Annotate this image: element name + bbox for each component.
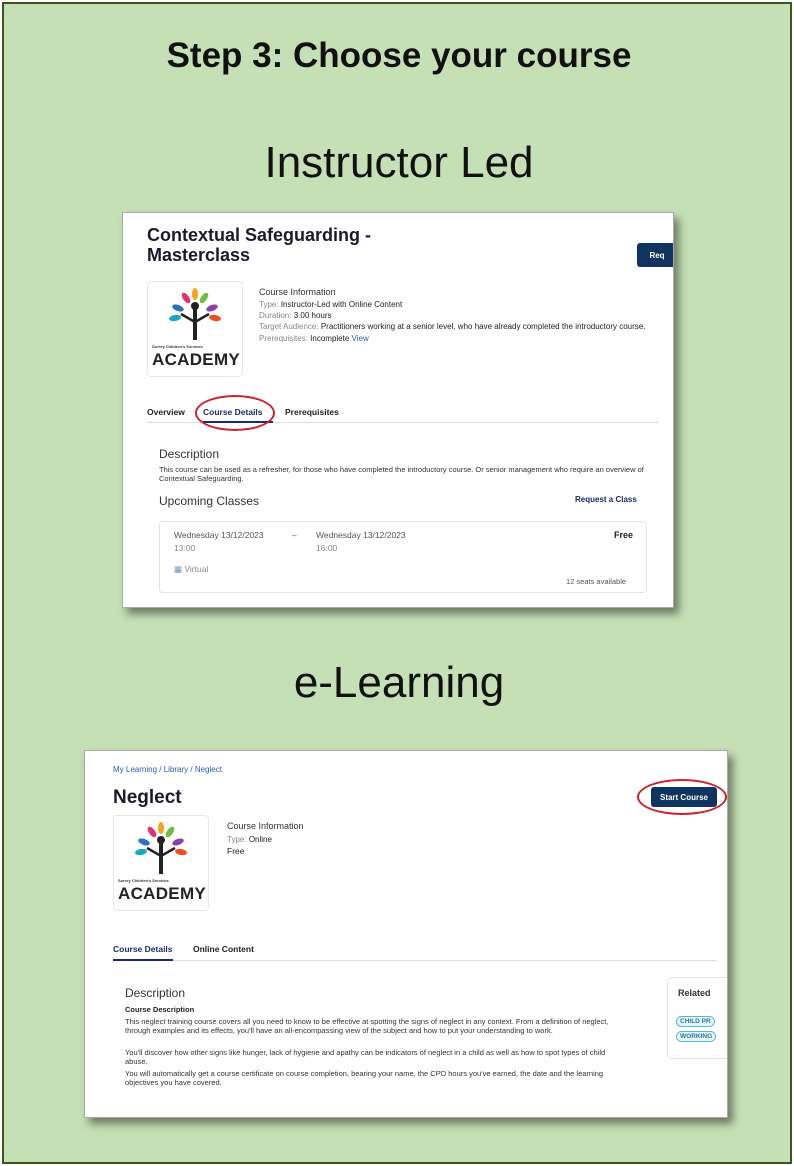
elearning-heading: e-Learning: [293, 658, 505, 707]
duration-label: Duration:: [259, 311, 292, 320]
academy-logo: Surrey Children's Services ACADEMY: [113, 815, 209, 911]
class-price: Free: [614, 530, 634, 540]
active-tab-indicator: [113, 959, 173, 961]
tab-online-content[interactable]: Online Content: [193, 944, 254, 954]
target-audience: Target Audience: Practitioners working a…: [259, 322, 645, 331]
related-tag-child-protection[interactable]: CHILD PR: [676, 1016, 715, 1027]
class-end-date: Wednesday 13/12/2023: [316, 530, 406, 540]
highlight-circle: [195, 395, 275, 431]
prereq-view-link[interactable]: View: [352, 334, 369, 343]
request-button[interactable]: Req: [637, 243, 673, 267]
logo-tagline: Surrey Children's Services: [152, 344, 203, 349]
course-tabs: Course Details Online Content: [113, 939, 717, 961]
class-start-time: 13:00: [174, 543, 196, 553]
course-price: Free: [227, 846, 245, 856]
duration-value: 3.00 hours: [293, 311, 332, 320]
elearning-screenshot: My Learning / Library / Neglect Neglect …: [84, 750, 728, 1118]
building-icon: ▦: [174, 564, 183, 574]
course-title: Neglect: [113, 787, 182, 808]
type-value: Online: [248, 835, 272, 844]
type-label: Type:: [227, 835, 247, 844]
class-location-label: Virtual: [184, 564, 209, 574]
class-start-date: Wednesday 13/12/2023: [174, 530, 264, 540]
step-heading: Step 3: Choose your course: [166, 36, 632, 75]
tab-prerequisites[interactable]: Prerequisites: [285, 407, 339, 417]
logo-name: ACADEMY: [152, 350, 241, 369]
date-separator: –: [292, 530, 297, 540]
academy-logo: Surrey Children's Services ACADEMY: [147, 281, 243, 377]
breadcrumb[interactable]: My Learning / Library / Neglect: [113, 765, 222, 774]
instructor-led-screenshot: Contextual Safeguarding - Masterclass Re…: [122, 212, 674, 608]
course-info-heading: Course Information: [259, 287, 336, 297]
logo-name: ACADEMY: [118, 884, 207, 903]
description-text: This course can be used as a refresher, …: [159, 465, 644, 483]
description-title: Description: [159, 447, 220, 461]
course-info-heading: Course Information: [227, 821, 304, 831]
description-paragraph-2: You'll discover how other signs like hun…: [125, 1048, 606, 1066]
instructor-led-heading: Instructor Led: [264, 138, 534, 187]
description-paragraph-1: This neglect training course covers all …: [125, 1017, 609, 1035]
audience-value: Practitioners working at a senior level,…: [320, 322, 646, 331]
audience-label: Target Audience:: [259, 322, 319, 331]
upcoming-classes-title: Upcoming Classes: [159, 494, 260, 508]
prereq-label: Prerequisites:: [259, 334, 308, 343]
course-duration: Duration: 3.00 hours: [259, 311, 332, 320]
tree-logo-icon: [169, 288, 221, 340]
highlight-circle: [637, 779, 727, 815]
type-value: Instructor-Led with Online Content: [280, 300, 403, 309]
related-card: Related CHILD PR WORKING: [667, 977, 727, 1059]
request-class-link[interactable]: Request a Class: [575, 495, 637, 504]
description-paragraph-3: You will automatically get a course cert…: [125, 1069, 604, 1087]
course-title-line-1: Contextual Safeguarding -: [147, 225, 372, 245]
prerequisites-status: Prerequisites: Incomplete View: [259, 334, 369, 343]
type-label: Type:: [259, 300, 279, 309]
tab-course-details[interactable]: Course Details: [113, 944, 173, 954]
instruction-poster: Step 3: Choose your course Instructor Le…: [2, 2, 792, 1164]
class-end-time: 16:00: [316, 543, 338, 553]
course-title: Contextual Safeguarding - Masterclass: [147, 225, 371, 265]
tree-logo-icon: [135, 822, 187, 874]
description-title: Description: [125, 986, 186, 1000]
course-type: Type: Online: [227, 835, 272, 844]
course-description-heading: Course Description: [125, 1005, 195, 1014]
seats-available: 12 seats available: [566, 577, 627, 586]
related-tag-working[interactable]: WORKING: [676, 1031, 717, 1042]
related-title: Related: [678, 988, 711, 998]
prereq-value: Incomplete: [310, 334, 350, 343]
class-location: ▦ Virtual: [174, 564, 208, 575]
logo-tagline: Surrey Children's Services: [118, 878, 169, 883]
course-title-line-2: Masterclass: [147, 245, 251, 265]
class-card[interactable]: Wednesday 13/12/2023 13:00 – Wednesday 1…: [159, 521, 647, 593]
tab-overview[interactable]: Overview: [147, 407, 185, 417]
course-type: Type: Instructor-Led with Online Content: [259, 300, 402, 309]
